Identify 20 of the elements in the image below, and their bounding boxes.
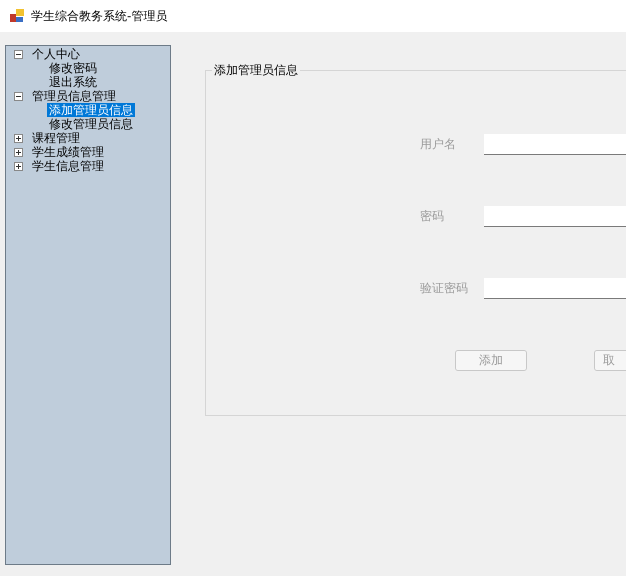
group-title: 添加管理员信息 — [212, 62, 300, 79]
window-title: 学生综合教务系统-管理员 — [31, 8, 168, 24]
field-label: 密码 — [420, 208, 445, 225]
app-icon — [10, 9, 24, 23]
tree-item[interactable]: 修改管理员信息 — [47, 117, 135, 131]
collapse-icon[interactable] — [14, 92, 23, 100]
tree-item[interactable]: 个人中心 — [30, 47, 82, 61]
tree-item[interactable]: 退出系统 — [47, 75, 99, 89]
tree-item[interactable]: 管理员信息管理 — [30, 89, 118, 103]
tree-item[interactable]: 学生成绩管理 — [30, 145, 106, 159]
field-label: 验证密码 — [420, 280, 469, 297]
expand-icon[interactable] — [14, 162, 23, 170]
expand-icon[interactable] — [14, 134, 23, 142]
tree-item[interactable]: 课程管理 — [30, 131, 82, 145]
tree-item[interactable]: 添加管理员信息 — [47, 103, 135, 117]
expand-icon[interactable] — [14, 148, 23, 156]
field-label: 用户名 — [420, 136, 457, 153]
tree-item[interactable]: 修改密码 — [47, 61, 99, 75]
collapse-icon[interactable] — [14, 50, 23, 58]
tree-item[interactable]: 学生信息管理 — [30, 159, 106, 173]
